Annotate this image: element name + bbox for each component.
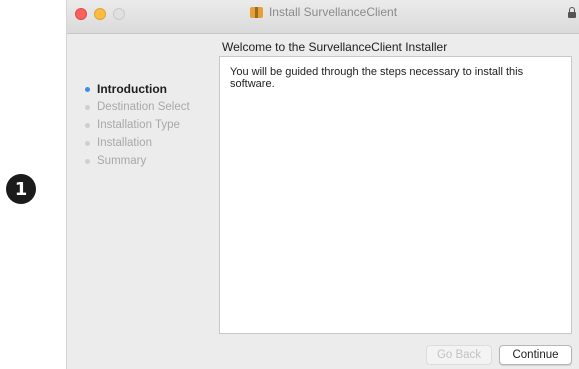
lock-icon[interactable] <box>568 7 576 18</box>
sidebar-step-label: Introduction <box>97 82 167 96</box>
step-dot-icon <box>85 158 90 164</box>
active-step-dot-icon <box>85 86 90 92</box>
sidebar-step-label: Summary <box>97 155 147 167</box>
step-number-badge: 1 <box>6 174 36 204</box>
installer-heading: Welcome to the SurvellanceClient Install… <box>222 40 448 54</box>
installer-steps-sidebar: Introduction Destination Select Installa… <box>85 80 190 170</box>
sidebar-step-summary: Summary <box>85 152 190 170</box>
window-titlebar[interactable]: Install SurvellanceClient <box>67 0 579 34</box>
window-title-area: Install SurvellanceClient <box>67 5 579 19</box>
sidebar-step-label: Installation <box>97 137 152 149</box>
content-pane[interactable]: You will be guided through the steps nec… <box>219 56 572 334</box>
sidebar-step-installation-type: Installation Type <box>85 116 190 134</box>
sidebar-step-label: Destination Select <box>97 101 190 113</box>
intro-message: You will be guided through the steps nec… <box>230 66 524 90</box>
sidebar-step-label: Installation Type <box>97 119 180 131</box>
step-dot-icon <box>85 140 90 146</box>
window-title: Install SurvellanceClient <box>268 5 398 19</box>
sidebar-step-installation: Installation <box>85 134 190 152</box>
package-icon <box>249 6 263 18</box>
step-dot-icon <box>85 104 90 110</box>
sidebar-step-introduction: Introduction <box>85 80 190 98</box>
go-back-button[interactable]: Go Back <box>426 345 492 365</box>
continue-button[interactable]: Continue <box>499 345 572 365</box>
installer-window: Install SurvellanceClient Welcome to the… <box>66 0 579 369</box>
sidebar-step-destination-select: Destination Select <box>85 98 190 116</box>
step-dot-icon <box>85 122 90 128</box>
